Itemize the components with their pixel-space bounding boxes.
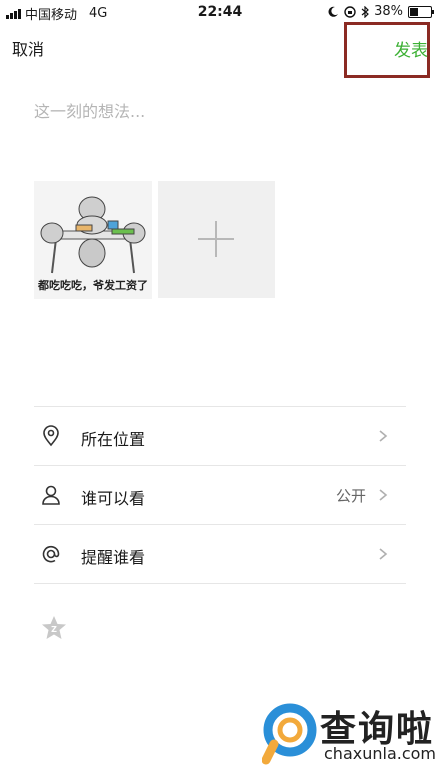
status-right: 38% <box>328 4 434 19</box>
publish-button[interactable]: 发表 <box>394 36 428 61</box>
photo-caption: 都吃吃吃，爷发工资了 <box>38 279 148 292</box>
location-pin-icon <box>43 425 59 447</box>
star-badge-icon[interactable]: Z <box>40 614 68 642</box>
visibility-value: 公开 <box>335 487 366 505</box>
moment-text-input[interactable] <box>34 96 414 126</box>
status-bar: 中国移动 4G 22:44 38% <box>0 0 440 24</box>
orientation-lock-icon <box>344 5 356 18</box>
moon-icon <box>328 6 339 17</box>
add-photo-button[interactable] <box>158 181 275 298</box>
sticker-image <box>40 196 146 274</box>
photo-thumbnail[interactable]: 都吃吃吃，爷发工资了 <box>34 181 152 299</box>
mention-row[interactable]: 提醒谁看 <box>34 525 406 584</box>
chevron-right-icon <box>379 548 388 560</box>
watermark: 查询啦 chaxunla.com <box>262 698 438 776</box>
chevron-right-icon <box>379 489 388 501</box>
watermark-url: chaxunla.com <box>324 744 436 763</box>
battery-percent: 38% <box>374 4 403 19</box>
mention-label: 提醒谁看 <box>81 548 146 567</box>
magnifier-logo-icon <box>262 703 317 765</box>
battery-icon <box>408 5 434 18</box>
location-row[interactable]: 所在位置 <box>34 407 406 466</box>
person-icon <box>42 485 60 505</box>
visibility-row[interactable]: 谁可以看 公开 <box>34 466 406 525</box>
bluetooth-icon <box>361 5 369 18</box>
chevron-right-icon <box>379 430 388 442</box>
cancel-button[interactable]: 取消 <box>12 36 44 60</box>
visibility-label: 谁可以看 <box>81 489 146 508</box>
at-sign-icon <box>42 545 60 563</box>
svg-text:Z: Z <box>51 625 57 634</box>
location-label: 所在位置 <box>81 430 146 449</box>
